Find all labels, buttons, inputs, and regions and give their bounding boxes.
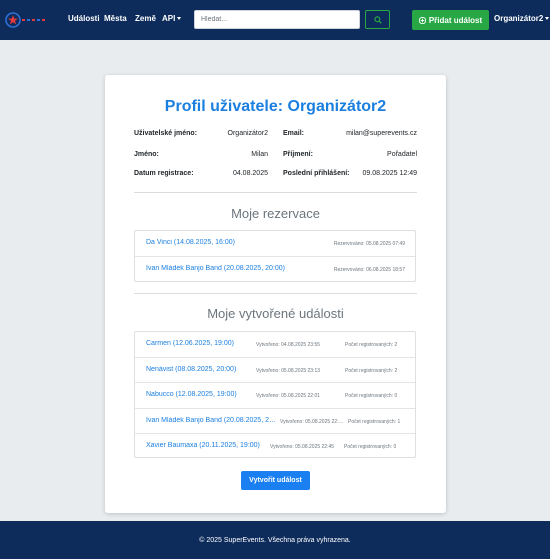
list-item: Carmen (12.06.2025, 19:00) Vytvořeno: 04… bbox=[135, 332, 415, 357]
search-input[interactable] bbox=[194, 10, 360, 29]
list-item: Da Vinci (14.08.2025, 16:00) Rezervováno… bbox=[135, 231, 415, 256]
user-menu[interactable]: Organizátor2 bbox=[494, 14, 550, 23]
navbar: Události Města Země API Přidat událost O… bbox=[0, 0, 550, 40]
chevron-down-icon bbox=[177, 17, 182, 21]
add-event-label: Přidat událost bbox=[428, 15, 483, 25]
reservations-title: Moje rezervace bbox=[231, 206, 320, 221]
event-registered-count: Počet registrovaných: 2 bbox=[345, 342, 398, 348]
reservation-date: Rezervováno: 06.08.2025 18:57 bbox=[333, 267, 405, 273]
event-created: Vytvořeno: 04.08.2025 23:55 bbox=[256, 342, 321, 348]
event-link[interactable]: Xavier Baumaxa (20.11.2025, 19:00) bbox=[146, 442, 260, 449]
username-value: Organizátor2 bbox=[227, 130, 268, 137]
search-icon bbox=[373, 15, 382, 24]
list-item: Ivan Mládek Banjo Band (20.08.2025, 20:0… bbox=[135, 408, 415, 433]
nav-link-cities[interactable]: Města bbox=[104, 14, 127, 23]
registered-label: Datum registrace: bbox=[134, 170, 194, 177]
event-link[interactable]: Carmen (12.06.2025, 19:00) bbox=[146, 340, 234, 347]
event-created: Vytvořeno: 05.08.2025 22:01 bbox=[256, 393, 321, 399]
nav-link-countries[interactable]: Země bbox=[135, 14, 156, 23]
email-label: Email: bbox=[283, 130, 305, 137]
footer-text: © 2025 SuperEvents. Všechna práva vyhraz… bbox=[199, 536, 351, 544]
last-name-label: Příjmení: bbox=[283, 151, 313, 158]
event-created: Vytvořeno: 05.08.2025 22:37 bbox=[280, 419, 344, 425]
email-value: milan@superevents.cz bbox=[346, 130, 417, 137]
page-title: Profil uživatele: Organizátor2 bbox=[164, 98, 387, 115]
list-item: Xavier Baumaxa (20.11.2025, 19:00) Vytvo… bbox=[135, 433, 415, 458]
created-events-title: Moje vytvořené události bbox=[207, 306, 344, 321]
last-login-value: 09.08.2025 12:49 bbox=[362, 170, 418, 177]
event-link[interactable]: Nenávist (08.08.2025, 20:00) bbox=[146, 366, 236, 373]
profile-card: Profil uživatele: Organizátor2 Uživatels… bbox=[105, 75, 446, 513]
first-name-label: Jméno: bbox=[134, 151, 159, 158]
reservation-link[interactable]: Ivan Mládek Banjo Band (20.08.2025, 20:0… bbox=[146, 265, 285, 272]
event-registered-count: Počet registrovaných: 2 bbox=[345, 368, 398, 374]
brand-logo[interactable] bbox=[5, 11, 51, 29]
list-item: Ivan Mládek Banjo Band (20.08.2025, 20:0… bbox=[135, 256, 415, 281]
last-login-label: Poslední přihlášení: bbox=[283, 170, 350, 177]
nav-link-api[interactable]: API bbox=[162, 14, 182, 23]
event-link[interactable]: Ivan Mládek Banjo Band (20.08.2025, 20:0… bbox=[146, 417, 279, 424]
event-created: Vytvořeno: 05.08.2025 22:45 bbox=[270, 444, 335, 450]
divider bbox=[134, 293, 417, 294]
first-name-value: Milan bbox=[251, 151, 268, 158]
event-registered-count: Počet registrovaných: 1 bbox=[348, 419, 401, 425]
list-item: Nabucco (12.08.2025, 19:00) Vytvořeno: 0… bbox=[135, 382, 415, 407]
create-event-button[interactable]: Vytvořit událost bbox=[241, 471, 310, 490]
event-registered-count: Počet registrovaných: 0 bbox=[345, 393, 398, 399]
reservation-date: Rezervováno: 05.08.2025 07:49 bbox=[333, 241, 405, 247]
chevron-down-icon bbox=[545, 17, 550, 21]
user-menu-label: Organizátor2 bbox=[494, 14, 544, 23]
event-created: Vytvořeno: 05.08.2025 23:13 bbox=[256, 368, 321, 374]
reservations-list: Da Vinci (14.08.2025, 16:00) Rezervováno… bbox=[134, 230, 416, 282]
event-registered-count: Počet registrovaných: 0 bbox=[344, 444, 397, 450]
divider bbox=[134, 192, 417, 193]
plus-icon bbox=[418, 16, 426, 24]
username-label: Uživatelské jméno: bbox=[134, 130, 198, 137]
add-event-button[interactable]: Přidat událost bbox=[412, 10, 489, 30]
event-link[interactable]: Nabucco (12.08.2025, 19:00) bbox=[146, 391, 237, 398]
last-name-value: Pořadatel bbox=[387, 151, 417, 158]
reservation-link[interactable]: Da Vinci (14.08.2025, 16:00) bbox=[146, 239, 235, 246]
logo-icon bbox=[5, 12, 45, 28]
nav-link-api-label: API bbox=[162, 14, 176, 23]
list-item: Nenávist (08.08.2025, 20:00) Vytvořeno: … bbox=[135, 357, 415, 382]
search-button[interactable] bbox=[365, 10, 390, 29]
registered-value: 04.08.2025 bbox=[232, 170, 268, 177]
created-events-list: Carmen (12.06.2025, 19:00) Vytvořeno: 04… bbox=[134, 331, 416, 458]
nav-link-events[interactable]: Události bbox=[68, 14, 100, 23]
footer: © 2025 SuperEvents. Všechna práva vyhraz… bbox=[0, 521, 550, 559]
